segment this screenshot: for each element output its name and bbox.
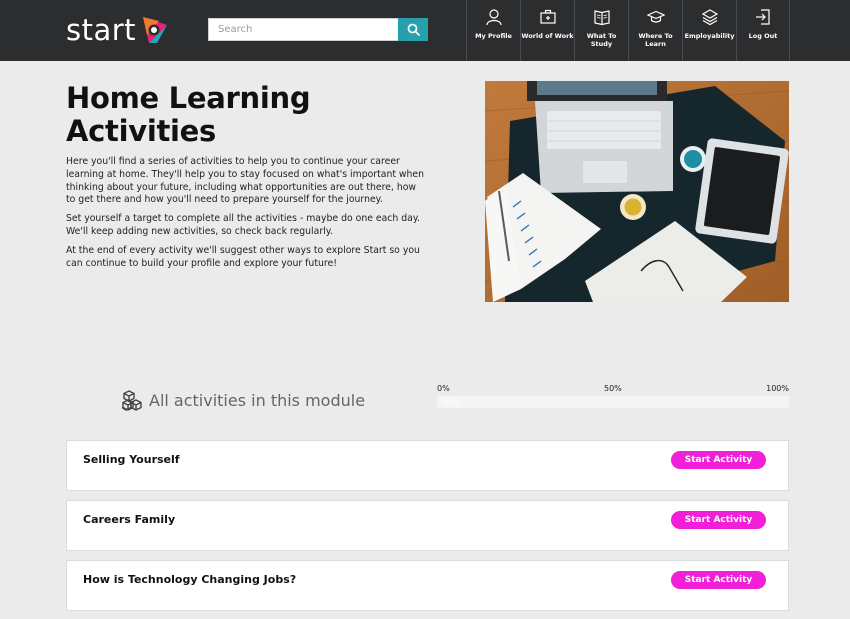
search-bar <box>208 18 428 41</box>
logout-icon <box>756 9 770 25</box>
module-title: All activities in this module <box>149 390 366 410</box>
search-button[interactable] <box>398 18 428 41</box>
hero-desk-image <box>485 81 789 302</box>
layers-icon <box>701 9 718 26</box>
site-header: start My Profile <box>0 0 850 61</box>
start-activity-button[interactable]: Start Activity <box>671 511 766 529</box>
nav-my-profile[interactable]: My Profile <box>466 0 520 61</box>
briefcase-icon <box>539 9 556 24</box>
module-progress: 0% 50% 100% 0 % <box>437 384 789 408</box>
graduation-cap-icon <box>646 10 665 23</box>
search-input[interactable] <box>208 18 398 41</box>
intro-paragraph: Here you'll find a series of activities … <box>66 156 425 206</box>
progress-bar: 0 % <box>437 396 789 408</box>
progress-label-mid: 50% <box>604 384 622 393</box>
nav-what-to-study[interactable]: What To Study <box>574 0 628 61</box>
activity-title: Careers Family <box>83 513 176 526</box>
nav-label: My Profile <box>475 32 512 40</box>
progress-label-end: 100% <box>766 384 789 393</box>
start-activity-button[interactable]: Start Activity <box>671 451 766 469</box>
intro-paragraph: At the end of every activity we'll sugge… <box>66 244 420 269</box>
nav-label: Employability <box>684 32 735 40</box>
progress-percent: 0 % <box>444 397 460 406</box>
activity-card: Careers Family Start Activity <box>66 500 789 551</box>
start-activity-button[interactable]: Start Activity <box>671 571 766 589</box>
nav-label: Where To Learn <box>638 32 673 48</box>
main-nav: My Profile World of Work What To Study W… <box>466 0 790 61</box>
user-icon <box>485 9 502 26</box>
nav-label: World of Work <box>521 32 574 40</box>
start-logo[interactable]: start <box>66 12 171 48</box>
nav-log-out[interactable]: Log Out <box>736 0 790 61</box>
activity-card: How is Technology Changing Jobs? Start A… <box>66 560 789 611</box>
search-icon <box>407 23 420 36</box>
activity-title: Selling Yourself <box>83 453 180 466</box>
intro-text: Here you'll find a series of activities … <box>66 156 426 276</box>
progress-label-start: 0% <box>437 384 450 393</box>
logo-text: start <box>66 13 137 47</box>
activity-title: How is Technology Changing Jobs? <box>83 573 297 586</box>
nav-world-of-work[interactable]: World of Work <box>520 0 574 61</box>
book-icon <box>593 10 610 26</box>
desk-illustration <box>485 81 789 302</box>
nav-employability[interactable]: Employability <box>682 0 736 61</box>
nav-label: Log Out <box>748 32 778 40</box>
activity-card: Selling Yourself Start Activity <box>66 440 789 491</box>
module-heading: All activities in this module <box>121 388 365 412</box>
nav-label: What To Study <box>586 32 617 48</box>
progress-labels: 0% 50% 100% <box>437 384 789 394</box>
cubes-icon <box>121 390 142 411</box>
nav-where-to-learn[interactable]: Where To Learn <box>628 0 682 61</box>
page-title: Home Learning Activities <box>66 81 311 148</box>
logo-mark-icon <box>143 17 168 43</box>
intro-paragraph: Set yourself a target to complete all th… <box>66 213 420 237</box>
